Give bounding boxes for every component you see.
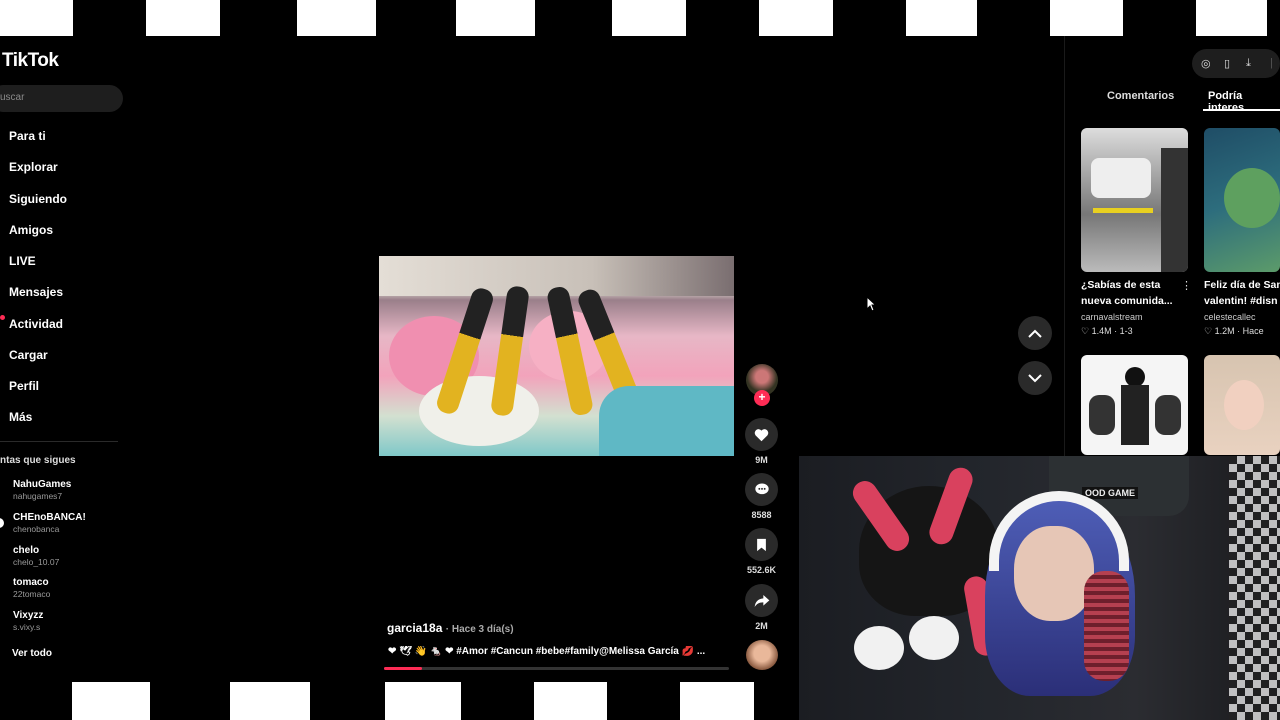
bookmark-icon [757,538,766,551]
checkered-wall [1229,456,1280,720]
cursor-icon [866,295,877,317]
thumbnail-figure-left [1089,395,1115,435]
chair-label: OOD GAME [1082,487,1139,499]
account-item[interactable]: NahuGames nahugames7 [13,479,71,501]
recommended-video-thumbnail[interactable] [1081,355,1188,455]
download-icon[interactable]: ⤓ [1246,57,1251,70]
nav-para-ti[interactable]: Para ti [9,129,46,143]
top-checker-strip [0,0,1280,36]
previous-video-button[interactable] [1018,316,1052,350]
chevron-down-icon [1028,373,1042,382]
chevron-up-icon [1028,329,1042,338]
webcam-overlay: OOD GAME [799,456,1280,720]
author-name[interactable]: garcia18a [387,621,442,635]
account-username: nahugames7 [13,491,63,501]
nav-cargar[interactable]: Cargar [9,348,48,362]
more-options-icon[interactable]: ⋮ [1181,279,1192,292]
account-item[interactable]: CHEnoBANCA! chenobanca [13,512,86,534]
avatar [0,518,4,528]
account-item[interactable]: tomaco 22tomaco [13,577,50,599]
card-username[interactable]: celestecallec [1204,312,1280,322]
card-username[interactable]: carnavalstream [1081,312,1181,322]
account-item[interactable]: chelo chelo_10.07 [13,545,59,567]
thumbnail-person [1161,148,1188,272]
follow-plus-button[interactable]: + [754,390,770,406]
nav-actividad[interactable]: Actividad [9,317,63,331]
blue-blanket [599,386,734,456]
compass-icon[interactable]: ◎ [1201,57,1211,70]
comment-count: 8588 [751,510,772,520]
account-username: s.vixy.s [13,622,41,632]
microphone [1084,571,1129,681]
account-username: 22tomaco [13,589,51,599]
thumbnail-face [1224,380,1264,430]
account-item[interactable]: Vixyzz s.vixy.s [13,610,43,632]
share-count: 2M [755,621,768,631]
share-icon [754,594,769,607]
video-caption[interactable]: ❤ 🕊 👋 🐁 ❤ #Amor #Cancun #bebe#family@Mel… [388,646,728,657]
account-name: tomaco [13,577,49,588]
card-title-line2[interactable]: nueva comunida... [1081,293,1181,309]
recommended-video-thumbnail[interactable] [1204,355,1280,455]
card-title[interactable]: ¿Sabías de esta [1081,277,1177,293]
like-button[interactable]: 9M [745,418,778,465]
music-disc[interactable] [746,640,778,670]
like-count: 9M [755,455,768,465]
share-button[interactable]: 2M [745,584,778,631]
thumbnail-caption-bar [1093,208,1153,213]
thumbnail-figure-body [1121,385,1149,445]
thumbnail-car [1091,158,1151,198]
thumbnail-frog [1224,168,1280,228]
tab-comentarios[interactable]: Comentarios [1107,90,1174,102]
top-toolbar: ◎ ▯ ⤓ | [1192,49,1280,78]
plush-glove [854,626,904,670]
card-title-line2[interactable]: valentin! #disn [1204,293,1280,309]
account-name: Vixyzz [13,610,44,621]
nav-amigos[interactable]: Amigos [9,223,53,237]
card-stats: ♡ 1.2M · Hace [1204,326,1264,336]
post-time: · Hace 3 día(s) [445,624,514,635]
video-progress-bar[interactable] [384,667,729,670]
sidebar: TikTok uscar Para ti Explorar Siguiendo … [0,36,130,682]
plush-glove [909,616,959,660]
following-accounts-heading: ntas que sigues [0,455,76,466]
recommended-video-thumbnail[interactable] [1204,128,1280,272]
tiktok-logo[interactable]: TikTok [2,50,59,72]
heart-icon [754,428,769,441]
account-name: NahuGames [13,479,72,490]
video-author[interactable]: garcia18a · Hace 3 día(s) [387,621,514,635]
bookmark-count: 552.6K [746,565,777,575]
account-username: chelo_10.07 [13,557,60,567]
see-all-link[interactable]: Ver todo [12,648,52,659]
search-input[interactable]: uscar [0,85,123,112]
divider: | [1270,57,1273,69]
account-name: CHEnoBANCA! [13,512,86,523]
nav-perfil[interactable]: Perfil [9,379,39,393]
bookmark-button[interactable]: 552.6K [745,528,778,575]
card-title[interactable]: Feliz día de San [1204,277,1280,293]
nav-mas[interactable]: Más [9,410,32,424]
recommended-video-thumbnail[interactable] [1081,128,1188,272]
comment-button[interactable]: 8588 [745,473,778,520]
next-video-button[interactable] [1018,361,1052,395]
thumbnail-figure-head [1125,367,1145,387]
blanket-cloud [419,376,539,446]
search-placeholder: uscar [0,92,25,103]
divider [0,441,118,442]
nav-explorar[interactable]: Explorar [9,160,58,174]
card-stats: ♡ 1.4M · 1-3 [1081,326,1133,336]
notification-dot [0,315,5,320]
video-player[interactable] [379,256,734,456]
nav-siguiendo[interactable]: Siguiendo [9,192,67,206]
nav-live[interactable]: LIVE [9,254,36,268]
thumbnail-figure-right [1155,395,1181,435]
active-tab-indicator [1203,109,1280,111]
account-name: chelo [13,545,40,556]
bottom-checker-strip [0,682,799,720]
account-username: chenobanca [13,524,60,534]
comment-icon [754,483,769,495]
phone-icon[interactable]: ▯ [1224,57,1230,70]
nav-mensajes[interactable]: Mensajes [9,285,63,299]
progress-fill [384,667,422,670]
